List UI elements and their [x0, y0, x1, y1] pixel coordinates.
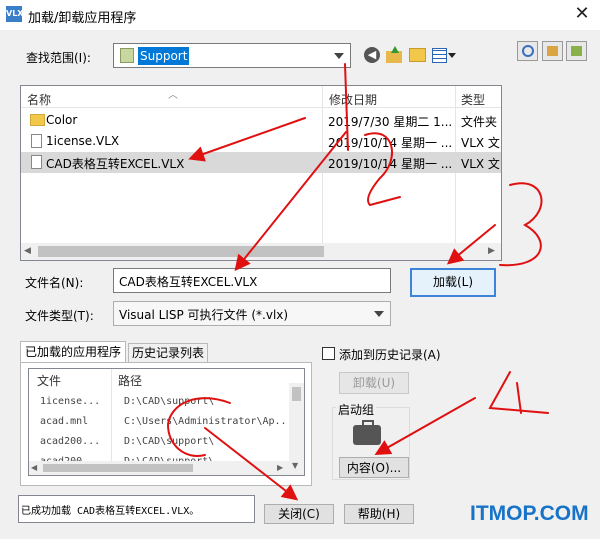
annotation-number-1 — [344, 63, 349, 151]
annotation-number-3 — [499, 182, 543, 267]
annotation-arrow — [188, 117, 306, 162]
annotation-arrow — [234, 131, 347, 272]
annotation-number-4 — [488, 371, 549, 414]
annotation-arrow — [446, 224, 496, 265]
annotation-arrow — [204, 427, 299, 501]
annotation-arrow — [374, 397, 476, 455]
annotation-number-2 — [364, 132, 401, 207]
annotation-overlay — [166, 63, 549, 501]
annotation-number-5 — [166, 397, 231, 457]
